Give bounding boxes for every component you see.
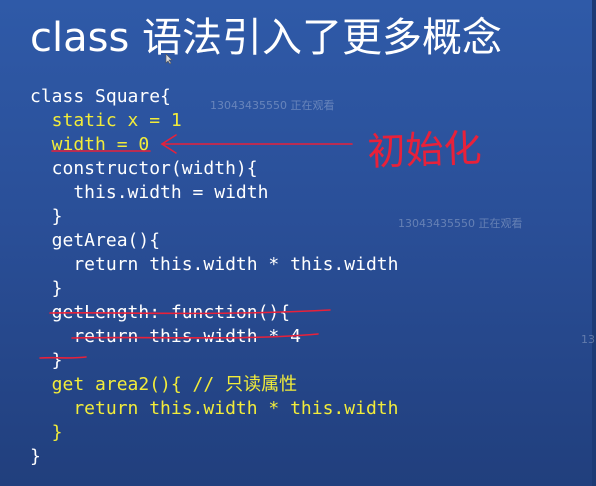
code-line: } — [30, 206, 63, 227]
viewer-watermark: 13 — [581, 333, 595, 346]
code-line: width = 0 — [30, 134, 150, 155]
code-line: this.width = width — [30, 182, 269, 203]
code-line: class Square{ — [30, 86, 171, 107]
code-line: return this.width * this.width — [30, 398, 399, 419]
code-line: } — [30, 422, 63, 443]
code-line: } — [30, 278, 63, 299]
code-line: getArea(){ — [30, 230, 161, 251]
code-line-struck: return this.width * 4 — [30, 326, 301, 347]
code-line: } — [30, 446, 41, 467]
slide-edge — [592, 0, 596, 486]
viewer-watermark: 13043435550 正在观看 — [398, 217, 523, 230]
code-line-struck: getLength: function(){ — [30, 302, 291, 323]
code-line: get area2(){ // 只读属性 — [30, 374, 298, 395]
code-line: constructor(width){ — [30, 158, 258, 179]
code-block: class Square{ static x = 1 width = 0 con… — [30, 85, 398, 469]
code-line-struck: } — [30, 350, 63, 371]
mouse-cursor-icon — [164, 50, 174, 65]
slide-title: class 语法引入了更多概念 — [30, 15, 503, 61]
code-line: return this.width * this.width — [30, 254, 399, 275]
code-line: static x = 1 — [30, 110, 182, 131]
